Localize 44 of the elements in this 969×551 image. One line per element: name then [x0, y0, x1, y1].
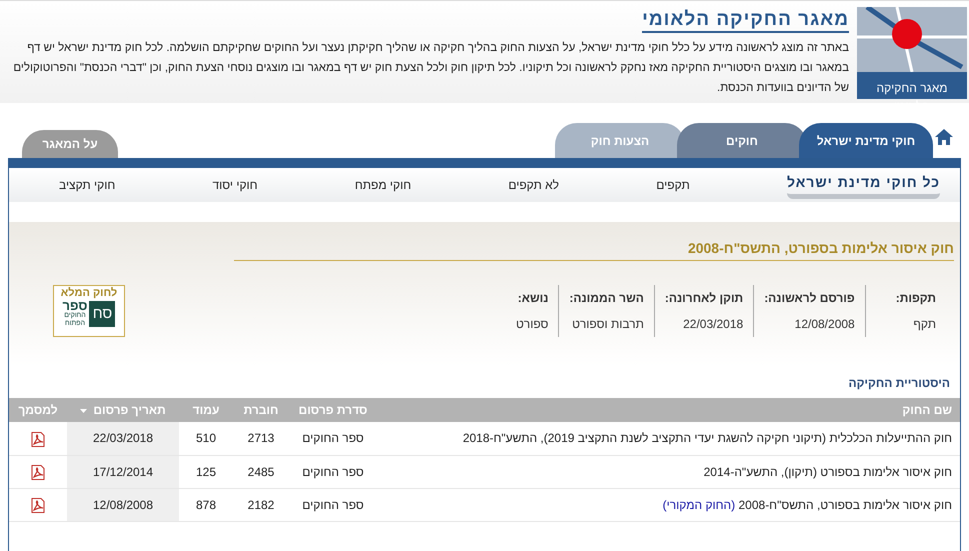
- original-law-link[interactable]: (החוק המקורי): [662, 498, 736, 512]
- field-label: תוקן לאחרונה:: [664, 290, 744, 307]
- subnav-link[interactable]: כל חוקי מדינת ישראל: [786, 172, 940, 198]
- field-label: פורסם לראשונה:: [764, 290, 855, 307]
- field-label: השר הממונה:: [569, 290, 644, 307]
- table-cell: 2485: [233, 455, 289, 488]
- table-cell: 510: [179, 422, 233, 455]
- subnav-link[interactable]: תקפים: [656, 176, 690, 194]
- field-value: תרבות וספורט: [571, 316, 644, 333]
- table-cell: ספר החוקים: [289, 455, 377, 488]
- site-description: באתר זה מוצג לראשונה מידע על כלל חוקי מדינת ישראל, על הצעות החוק בהליך חקיקה או שהליך חקיקתן נעצר ועל החוקים שחקיקתם הושלמה. לכל חוק מדינת ישראל יש דף במאגר ובו מוצגים היסטוריית החקיקה מאז נחקק לראשונה וכל תיקוניו. לכל תיקון חוק ולכל הצעת חוק יש דף במאגר ובו מוצגים נוסחי הצעת החוק, וכן "דברי הכנסת" והפרוטוקולים של הדיונים בוועדות הכנסת.: [12, 40, 849, 96]
- subnav-link[interactable]: חוקי מפתח: [354, 176, 412, 194]
- law-title: חוק איסור אלימות בספורט, התשס"ח-2008: [234, 238, 954, 261]
- field-label: תקפות:: [896, 290, 936, 307]
- badge-label: לחוק המלא: [60, 286, 118, 300]
- table-cell: 12/08/2008: [67, 488, 179, 521]
- sort-caret-icon: [80, 408, 88, 413]
- subnav-link[interactable]: חוקי יסוד: [212, 176, 258, 194]
- table-cell: 125: [179, 455, 233, 488]
- pdf-icon[interactable]: [31, 464, 45, 480]
- table-cell: 17/12/2014: [67, 455, 179, 488]
- table-cell: 22/03/2018: [67, 422, 179, 455]
- table-cell: חוק ההתייעלות הכלכלית (תיקוני חקיקה להשגת יעדי התקציב לשנת התקציב 2019), התשע"ח-2018: [377, 422, 960, 455]
- field-value: 12/08/2008: [794, 316, 855, 333]
- table-cell: ספר החוקים: [289, 488, 377, 521]
- subnav-link[interactable]: חוקי תקציב: [59, 176, 116, 194]
- tab[interactable]: חוקי מדינת ישראל: [799, 123, 933, 158]
- badge-logo-mark: סח: [89, 301, 116, 327]
- table-cell: חוק איסור אלימות בספורט (תיקון), התשע"ה-2014: [377, 455, 960, 488]
- site-title: מאגר החקיקה הלאומי: [642, 7, 849, 33]
- table-cell: ספר החוקים: [289, 422, 377, 455]
- field-label: נושא:: [516, 290, 548, 307]
- subnav-link[interactable]: לא תקפים: [508, 176, 560, 194]
- badge-logo-name: ספר: [62, 300, 88, 312]
- pdf-icon[interactable]: [31, 432, 45, 447]
- table-cell: 2182: [233, 488, 289, 521]
- field-value: ספורט: [516, 316, 548, 333]
- table-cell: 878: [179, 488, 233, 521]
- table-cell: 2713: [233, 422, 289, 455]
- law-name: חוק איסור אלימות בספורט, התשס"ח-2008: [738, 498, 952, 512]
- field-value: 22/03/2018: [682, 316, 744, 333]
- section-title: היסטוריית החקיקה: [847, 375, 951, 392]
- pdf-icon[interactable]: [31, 498, 45, 513]
- field-value: תקף: [912, 316, 936, 333]
